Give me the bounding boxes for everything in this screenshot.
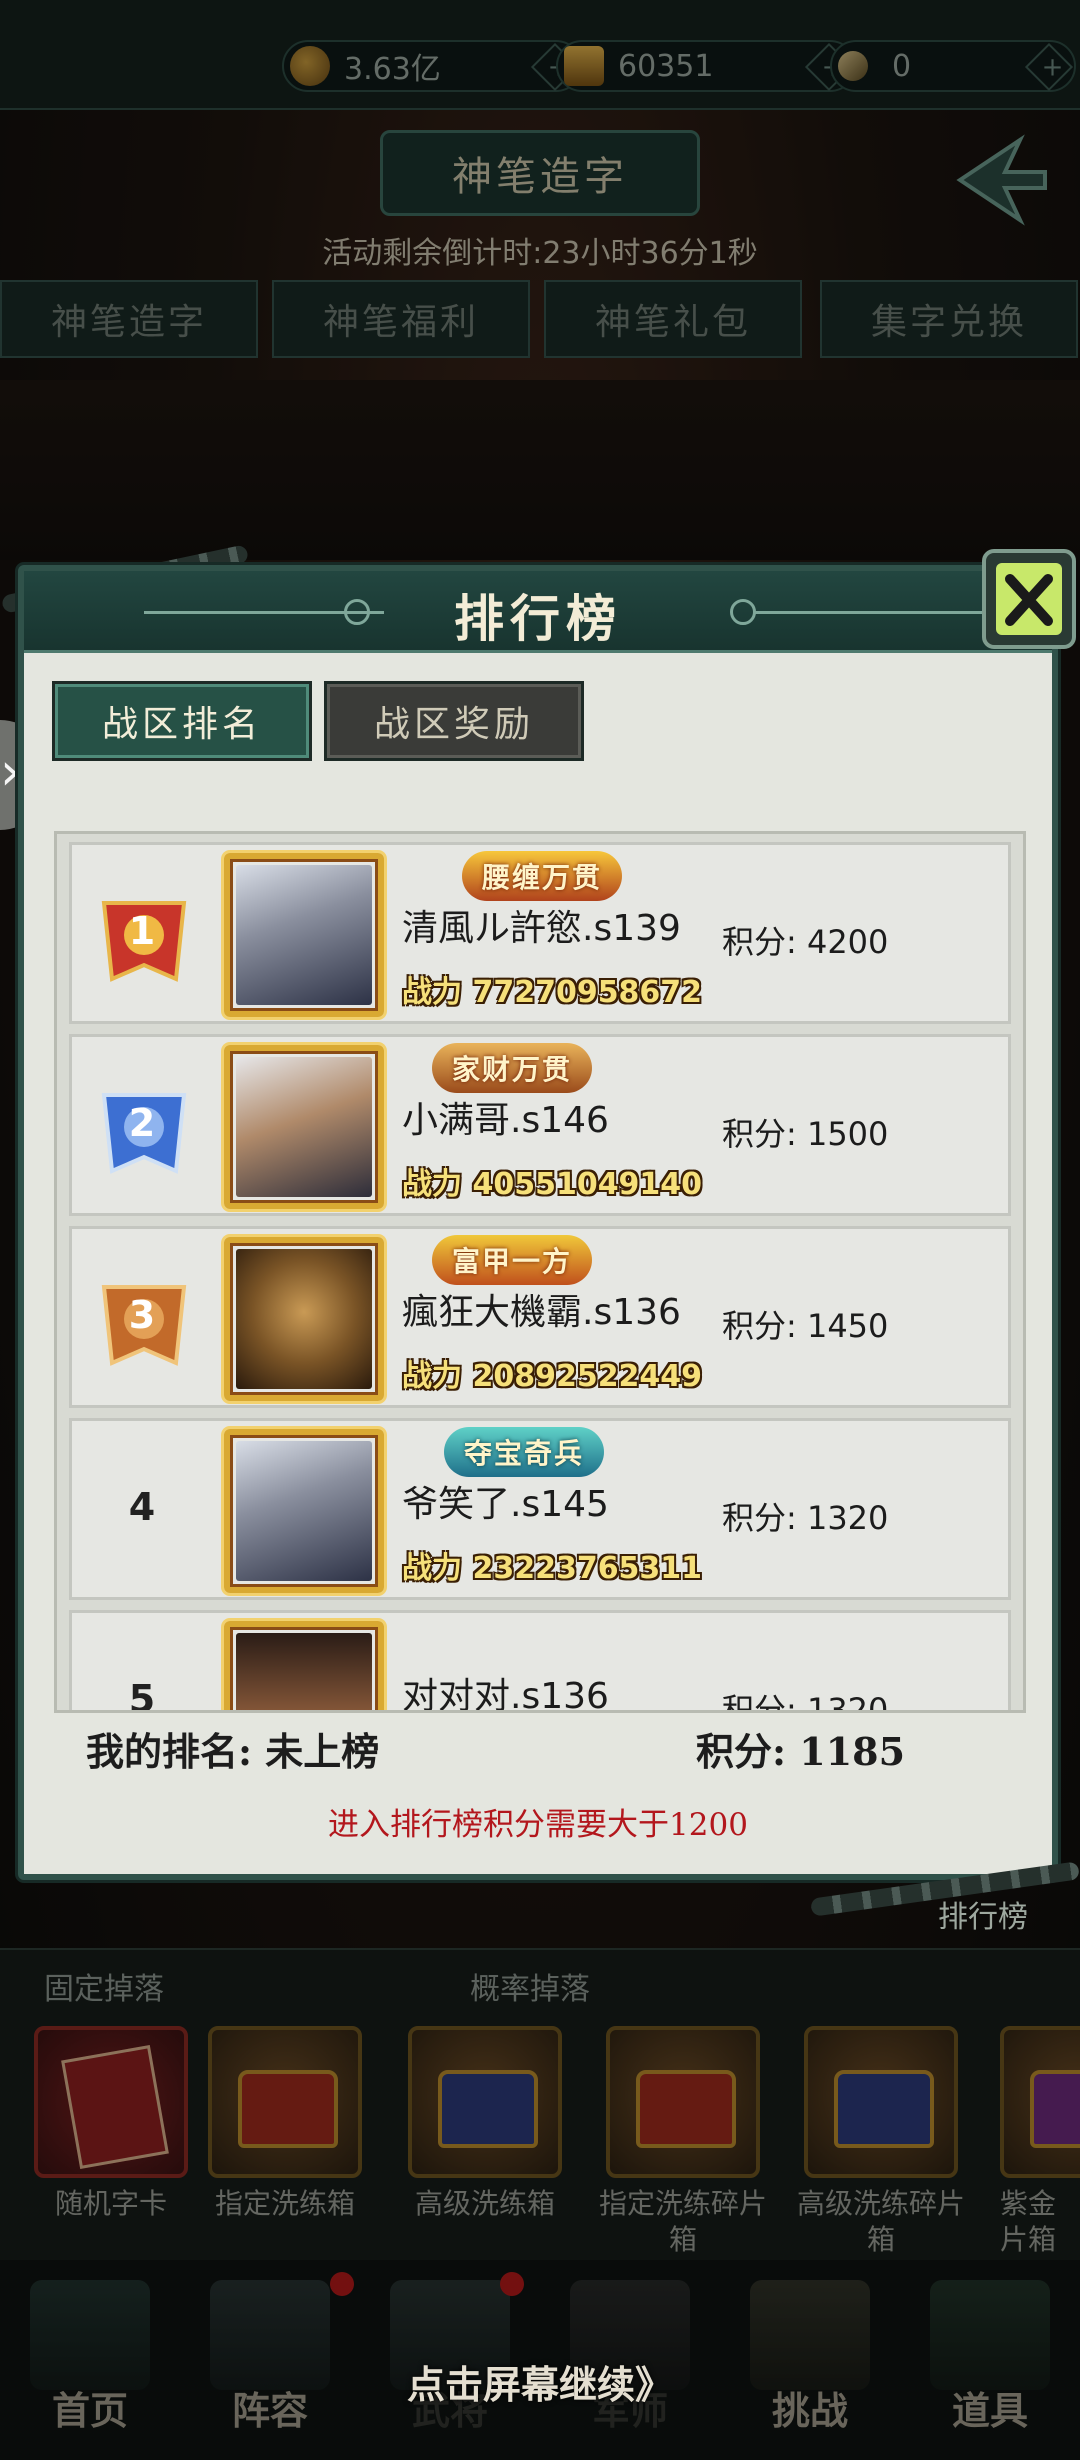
title-badge: 腰缠万贯 xyxy=(462,851,623,901)
battle-power: 战力 40551049140 xyxy=(402,1167,703,1202)
avatar-portrait xyxy=(236,865,372,1005)
ranking-row[interactable]: 3 富甲一方 瘋狂大機霸.s136 战力 20892522449 积分: 145… xyxy=(69,1226,1011,1408)
ranking-row[interactable]: 1 腰缠万贯 清風ル許慾.s139 战力 77270958672 积分: 420… xyxy=(69,842,1011,1024)
avatar-portrait xyxy=(236,1441,372,1581)
player-score: 积分: 1500 xyxy=(722,1115,889,1153)
close-icon[interactable] xyxy=(974,531,1080,661)
battle-power: 战力 77270958672 xyxy=(402,975,703,1010)
ranking-row[interactable]: 5 对对对.s136 积分: 1320 xyxy=(69,1610,1011,1713)
avatar[interactable] xyxy=(224,853,384,1017)
rank-number: 1 xyxy=(128,909,156,953)
battle-power: 战力 20892522449 xyxy=(402,1359,703,1394)
player-name: 小满哥.s146 xyxy=(402,1100,609,1141)
title-badge: 家财万贯 xyxy=(432,1043,593,1093)
header-ornament xyxy=(730,599,756,625)
modal-title: 排行榜 xyxy=(454,589,622,648)
ranking-list[interactable]: 1 腰缠万贯 清風ル許慾.s139 战力 77270958672 积分: 420… xyxy=(54,831,1026,1713)
player-score: 积分: 1450 xyxy=(722,1307,889,1345)
rank-number: 2 xyxy=(128,1101,156,1145)
player-name: 瘋狂大機霸.s136 xyxy=(402,1292,681,1333)
ranking-modal: 排行榜 战区排名 战区奖励 1 腰缠万贯 清風ル許慾.s139 战力 77270… xyxy=(18,549,1076,1880)
avatar-portrait xyxy=(236,1249,372,1389)
rank-number: 3 xyxy=(128,1293,156,1337)
battle-power: 战力 23223765311 xyxy=(402,1551,703,1586)
tab-zone-ranking[interactable]: 战区排名 xyxy=(52,681,312,761)
player-name: 清風ル許慾.s139 xyxy=(402,908,681,949)
my-rank: 我的排名: 未上榜 xyxy=(86,1729,380,1774)
ranking-label: 排行榜 xyxy=(938,1900,1028,1935)
avatar-portrait xyxy=(236,1633,372,1710)
player-score: 积分: 1320 xyxy=(722,1691,889,1713)
rank-number: 5 xyxy=(128,1677,156,1713)
avatar[interactable] xyxy=(224,1429,384,1593)
tap-to-continue[interactable]: 点击屏幕继续》 xyxy=(0,2354,1080,2409)
rank-number: 4 xyxy=(128,1485,156,1529)
avatar[interactable] xyxy=(224,1237,384,1401)
avatar-portrait xyxy=(236,1057,372,1197)
avatar[interactable] xyxy=(224,1621,384,1710)
ranking-row[interactable]: 4 夺宝奇兵 爷笑了.s145 战力 23223765311 积分: 1320 xyxy=(69,1418,1011,1600)
ranking-row[interactable]: 2 家财万贯 小满哥.s146 战力 40551049140 积分: 1500 xyxy=(69,1034,1011,1216)
title-badge: 富甲一方 xyxy=(432,1235,593,1285)
player-name: 对对对.s136 xyxy=(402,1676,609,1713)
modal-header: 排行榜 xyxy=(24,571,1052,653)
ranking-requirement: 进入排行榜积分需要大于1200 xyxy=(328,1807,748,1843)
title-badge: 夺宝奇兵 xyxy=(444,1427,605,1477)
my-score: 积分: 1185 xyxy=(696,1729,906,1774)
tab-zone-rewards[interactable]: 战区奖励 xyxy=(324,681,584,761)
avatar[interactable] xyxy=(224,1045,384,1209)
player-name: 爷笑了.s145 xyxy=(402,1484,609,1525)
player-score: 积分: 4200 xyxy=(722,923,889,961)
header-ornament xyxy=(754,611,994,614)
player-score: 积分: 1320 xyxy=(722,1499,889,1537)
